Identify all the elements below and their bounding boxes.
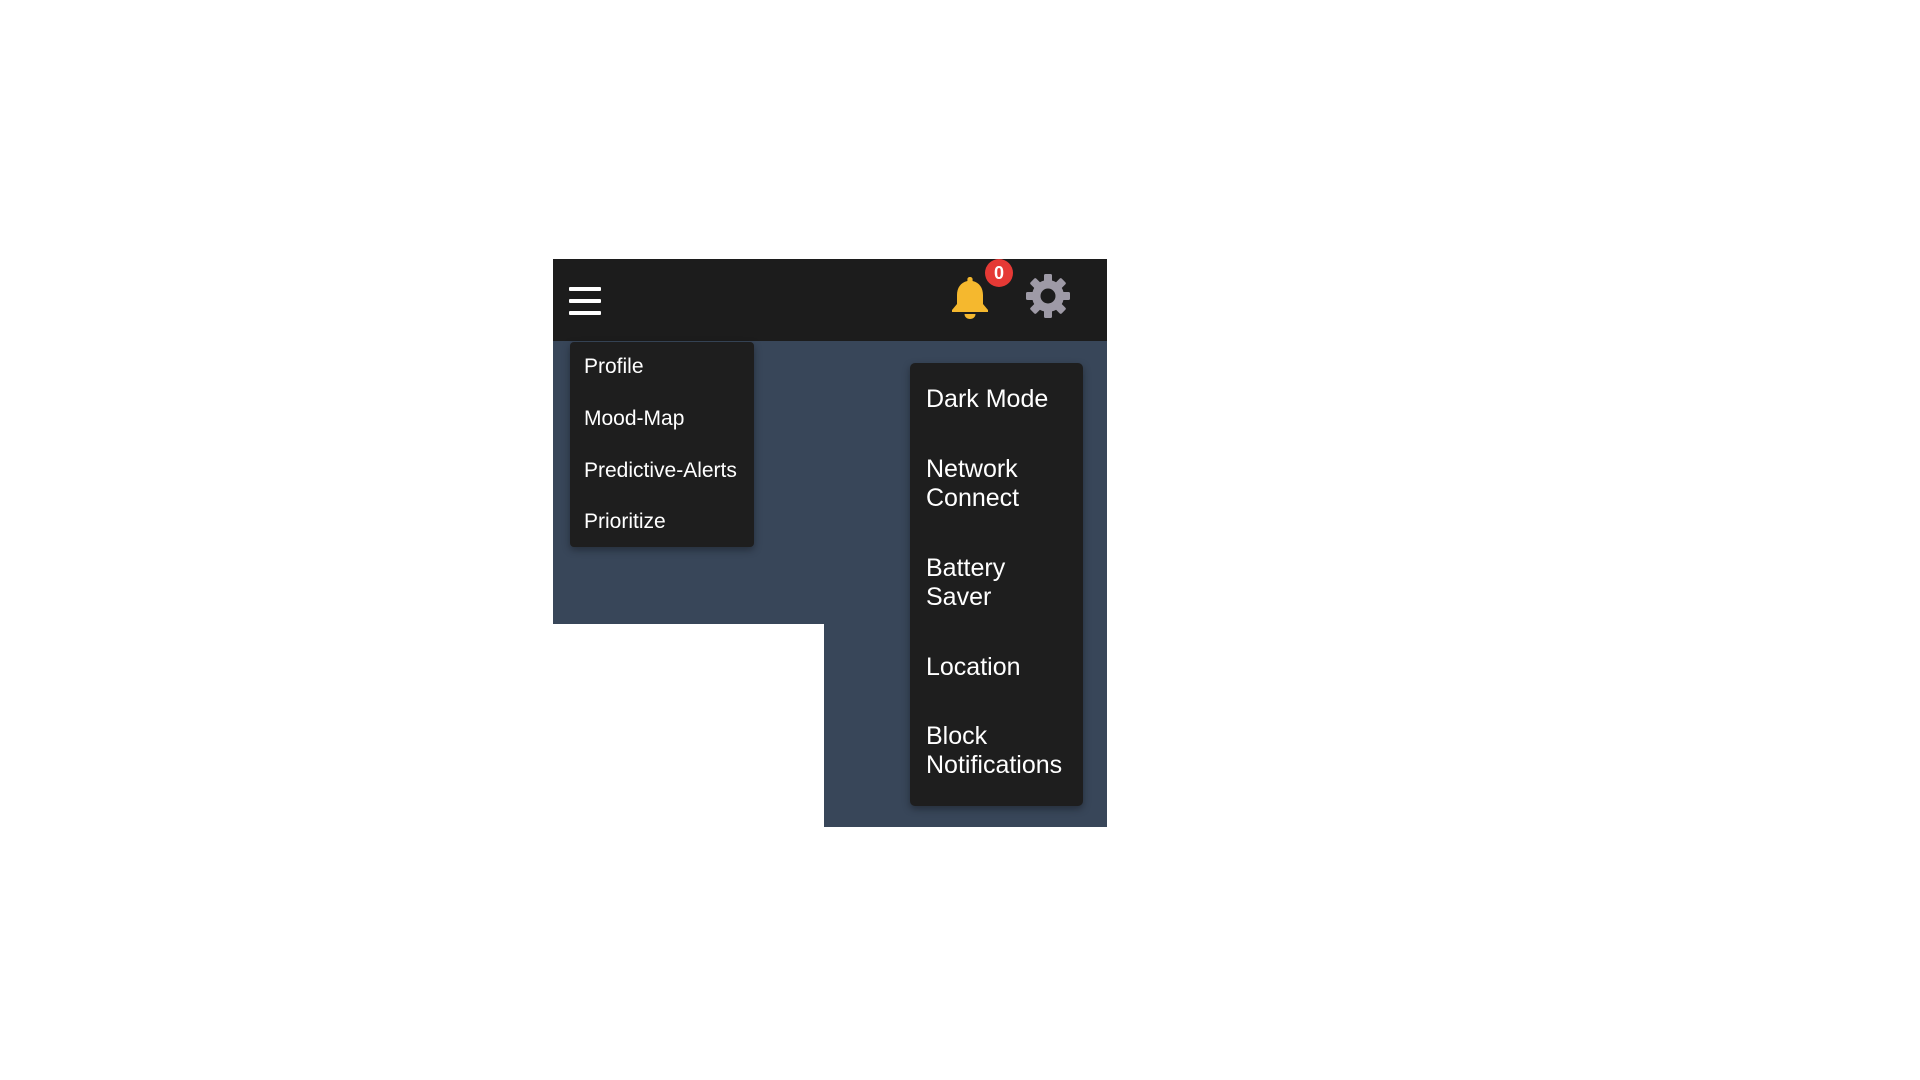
gear-icon-graphic xyxy=(1026,274,1070,318)
setting-battery-saver[interactable]: Battery Saver xyxy=(926,554,1076,612)
menu-item-predictive-alerts[interactable]: Predictive-Alerts xyxy=(584,459,737,483)
bell-icon-graphic xyxy=(952,277,988,319)
app-root: 0 Profile Mood-Map Predictive-Alerts Pri… xyxy=(0,0,1920,1080)
setting-block-notifications[interactable]: Block Notifications xyxy=(926,722,1076,780)
hamburger-line xyxy=(569,311,601,315)
setting-network-connect[interactable]: Network Connect xyxy=(926,455,1076,513)
setting-location[interactable]: Location xyxy=(926,653,1076,682)
hamburger-line xyxy=(569,299,601,303)
hamburger-line xyxy=(569,287,601,291)
top-navbar: 0 xyxy=(553,259,1107,341)
gear-icon[interactable] xyxy=(1025,273,1071,319)
bell-icon[interactable] xyxy=(949,275,991,319)
settings-dropdown: Dark Mode Network Connect Battery Saver … xyxy=(910,363,1083,806)
notification-count-badge: 0 xyxy=(985,259,1013,287)
hamburger-menu-icon[interactable] xyxy=(569,287,601,315)
menu-item-prioritize[interactable]: Prioritize xyxy=(584,510,666,534)
menu-item-profile[interactable]: Profile xyxy=(584,355,644,379)
setting-dark-mode[interactable]: Dark Mode xyxy=(926,385,1076,414)
navigation-dropdown: Profile Mood-Map Predictive-Alerts Prior… xyxy=(570,342,754,547)
menu-item-mood-map[interactable]: Mood-Map xyxy=(584,407,684,431)
